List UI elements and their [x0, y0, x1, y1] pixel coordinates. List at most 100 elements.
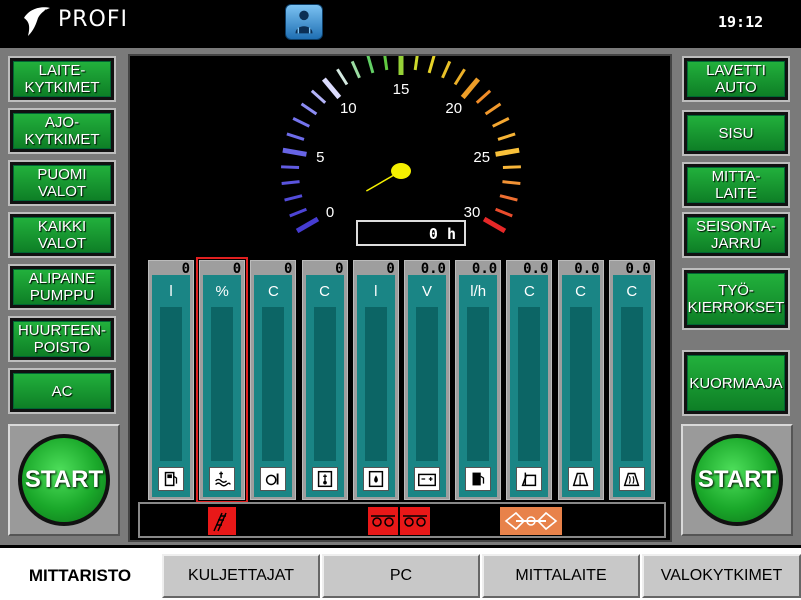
gauge-tick	[366, 56, 375, 74]
meter-well: l	[356, 275, 395, 497]
button-label: HUURTEEN- POISTO	[17, 322, 107, 356]
kuormaaja-button[interactable]: KUORMAAJA	[682, 350, 790, 416]
bottom-tab-bar: MITTARISTO KULJETTAJAT PC MITTALAITE VAL…	[0, 548, 801, 600]
meter-unit: C	[626, 283, 638, 300]
engine-hours-value: 0 h	[428, 225, 456, 243]
fuel-consumption-icon	[465, 467, 492, 491]
ajokytkimet-button[interactable]: AJO- KYTKIMET	[8, 108, 116, 154]
gauge-tick	[281, 165, 300, 169]
meter-well: C	[305, 275, 344, 497]
gauge-tick	[300, 102, 318, 116]
meter-5[interactable]: 0l	[352, 260, 399, 500]
gauge-tick	[482, 216, 507, 234]
huurteenpoisto-button[interactable]: HUURTEEN- POISTO	[8, 316, 116, 362]
gauge-tick	[289, 207, 307, 218]
start-button-right[interactable]: START	[681, 424, 793, 536]
gauge-tick	[295, 216, 320, 234]
meter-unit: C	[523, 283, 535, 300]
meter-well: C	[561, 275, 600, 497]
puomi-valot-button[interactable]: PUOMI VALOT	[8, 160, 116, 206]
button-label: SISU	[718, 124, 754, 142]
start-label: START	[24, 466, 104, 493]
gauge-tick	[284, 194, 303, 202]
meter-unit: V	[421, 283, 432, 300]
operator-button[interactable]	[285, 4, 323, 40]
button-label: KUORMAAJA	[689, 374, 783, 392]
gauge-tick	[350, 60, 361, 79]
gauge-tick	[292, 117, 310, 128]
tab-mittaristo[interactable]: MITTARISTO	[0, 554, 160, 598]
meter-8[interactable]: 0.0 C	[506, 260, 553, 500]
lavetti-auto-button[interactable]: LAVETTI AUTO	[682, 56, 790, 102]
brake-warning-icon	[368, 507, 398, 535]
warning-indicator-strip	[138, 502, 666, 538]
meter-unit: l	[169, 283, 173, 300]
ac-button[interactable]: AC	[8, 368, 116, 414]
meter-well: l/h	[459, 275, 498, 497]
start-button-left[interactable]: START	[8, 424, 120, 536]
tab-label: KULJETTAJAT	[187, 567, 295, 584]
tab-valokytkimet[interactable]: VALOKYTKIMET	[642, 554, 801, 598]
gauge-tick	[336, 68, 349, 86]
button-label: KAIKKI VALOT	[37, 218, 87, 252]
laitekytkimet-button[interactable]: LAITE- KYTKIMET	[8, 56, 116, 102]
meter-bar	[518, 307, 541, 461]
tab-mittalaite[interactable]: MITTALAITE	[482, 554, 640, 598]
mittalaite-button[interactable]: MITTA- LAITE	[682, 162, 790, 208]
meter-bar	[262, 307, 285, 461]
fuel-pump-icon	[158, 467, 184, 491]
meter-bar	[313, 307, 336, 461]
engine-oil-temp-icon	[260, 467, 287, 491]
engine-hours-display: 0 h	[356, 220, 466, 246]
gauge-tick	[484, 102, 502, 116]
meter-unit: l/h	[470, 283, 487, 300]
hydraulic-oil-level-icon	[362, 467, 389, 491]
gauge-tick	[460, 77, 481, 100]
tab-pc[interactable]: PC	[322, 554, 480, 598]
tab-kuljettajat[interactable]: KULJETTAJAT	[162, 554, 320, 598]
meter-1[interactable]: 0l	[148, 260, 194, 500]
button-label: TYÖ- KIERROKSET	[687, 282, 785, 316]
button-label: LAITE- KYTKIMET	[24, 62, 100, 96]
clock-display: 19:12	[718, 13, 764, 31]
gauge-tick	[495, 207, 513, 218]
meter-7[interactable]: 0.0 l/h	[455, 260, 502, 500]
sisu-button[interactable]: SISU	[682, 110, 790, 156]
meter-well: V	[408, 275, 446, 497]
start-label: START	[697, 466, 777, 493]
outside-temp-icon	[567, 467, 594, 491]
cabin-temp-icon	[516, 467, 543, 491]
gauge-tick	[282, 147, 307, 157]
tyokierrokset-button[interactable]: TYÖ- KIERROKSET	[682, 268, 790, 330]
seisontajarru-button[interactable]: SEISONTA- JARRU	[682, 212, 790, 258]
gauge-label: 20	[445, 100, 462, 117]
meter-4[interactable]: 0C	[301, 260, 348, 500]
gauge-tick	[413, 56, 419, 71]
button-label: ALIPAINE PUMPPU	[28, 270, 96, 304]
meter-10[interactable]: 0.0 C	[608, 260, 655, 500]
gauge-tick	[502, 165, 521, 169]
brake-warning-icon-2	[400, 507, 430, 535]
meter-3[interactable]: 0C	[250, 260, 297, 500]
button-label: AJO- KYTKIMET	[24, 114, 100, 148]
button-label: MITTA- LAITE	[711, 168, 761, 202]
operator-person-icon	[295, 10, 313, 34]
meter-well: C	[254, 275, 293, 497]
gauge-label: 5	[316, 149, 324, 166]
alipaine-pumppu-button[interactable]: ALIPAINE PUMPPU	[8, 264, 116, 310]
hydraulic-oil-temp-icon	[311, 467, 338, 491]
selected-meter-highlight	[196, 257, 248, 503]
gauge-label: 0	[326, 204, 334, 221]
gauge-tick	[497, 132, 516, 141]
brand-bird-icon	[24, 7, 50, 36]
gauge-tick	[495, 147, 520, 157]
meter-bar	[160, 307, 182, 461]
kaikki-valot-button[interactable]: KAIKKI VALOT	[8, 212, 116, 258]
meter-unit: l	[374, 283, 378, 300]
meter-6[interactable]: 0.0 V	[404, 260, 450, 500]
gauge-hub	[391, 163, 411, 179]
meter-9[interactable]: 0.0 C	[557, 260, 604, 500]
tab-label: MITTARISTO	[28, 566, 132, 585]
gauge-tick	[453, 68, 466, 86]
gauge-label: 30	[464, 204, 481, 221]
